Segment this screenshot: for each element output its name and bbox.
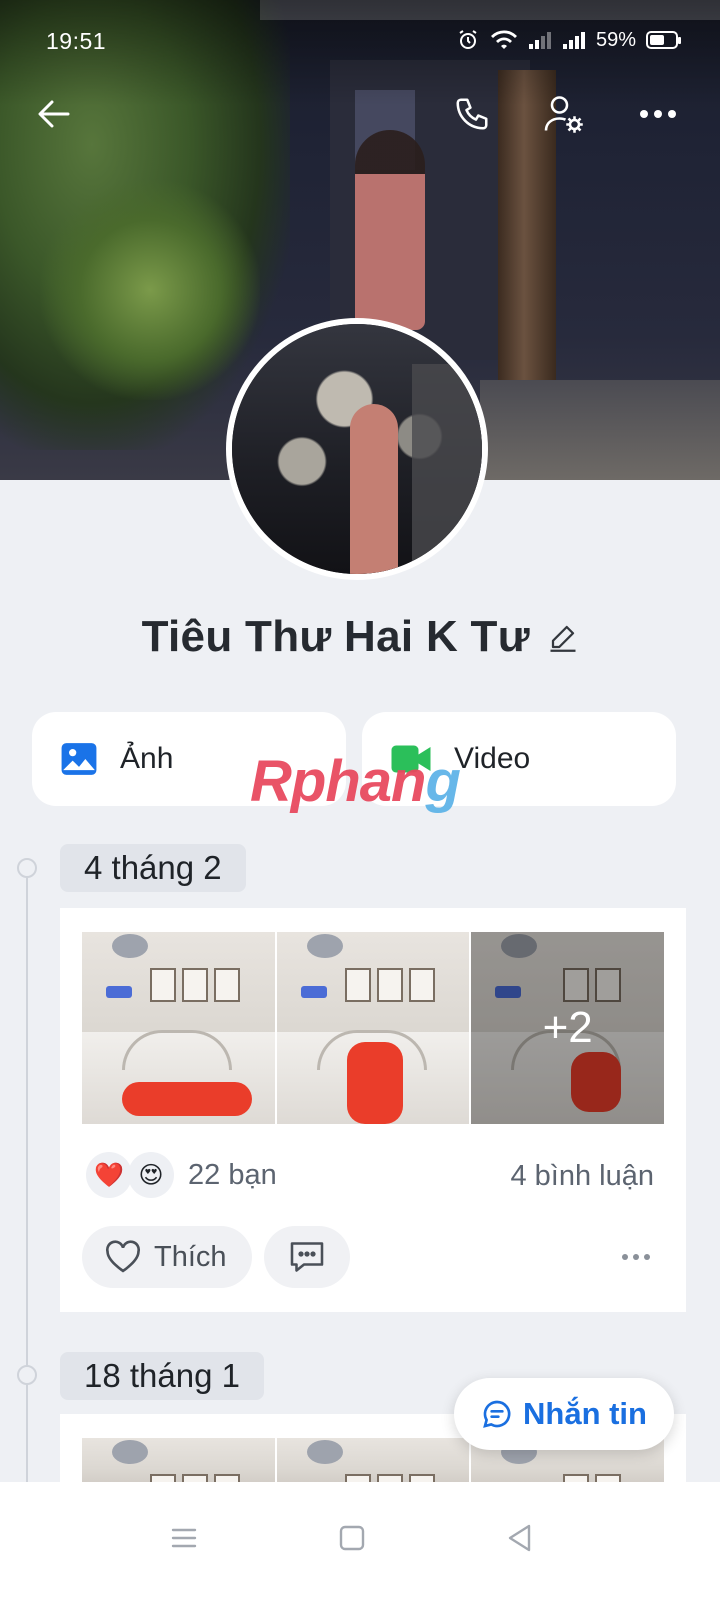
profile-name: Tiêu Thư Hai K Tư [141, 612, 530, 661]
photo-frame [376, 968, 403, 1002]
comments-count[interactable]: 4 bình luận [510, 1160, 654, 1193]
date-label: 4 tháng 2 [84, 849, 222, 886]
date-chip: 4 tháng 2 [60, 844, 246, 892]
photo-fan [112, 934, 148, 958]
system-back-button[interactable] [490, 1508, 550, 1568]
wifi-icon [490, 30, 517, 49]
more-icon [640, 110, 676, 118]
post-photo-3[interactable]: +2 [471, 932, 665, 1124]
watermark-text-a: Rphan [250, 749, 426, 814]
photos-tab-label: Ảnh [120, 742, 174, 775]
photo-projector [300, 986, 327, 998]
more-photos-overlay: +2 [471, 932, 665, 1124]
battery-percent: 59% [595, 28, 636, 51]
system-nav-bar [0, 1482, 720, 1600]
message-button[interactable]: Nhắn tin [454, 1378, 674, 1450]
reactions-summary[interactable]: ❤️ 😍 22 bạn [86, 1152, 277, 1198]
signal-1-icon [528, 32, 551, 49]
avatar-wall [412, 364, 482, 564]
more-photos-count: +2 [542, 1003, 593, 1052]
timeline-dot [17, 858, 37, 878]
back-triangle-icon [508, 1524, 531, 1552]
photo-frame [214, 968, 240, 1002]
battery-icon [646, 31, 681, 49]
alarm-icon [459, 30, 477, 49]
date-label: 18 tháng 1 [84, 1357, 240, 1394]
photo-fan [306, 1440, 343, 1464]
reactions-count: 22 bạn [188, 1158, 277, 1191]
status-bar: 19:51 59% [0, 0, 720, 84]
post-photo-1[interactable] [82, 932, 275, 1124]
love-eyes-reaction-icon: 😍 [128, 1152, 174, 1198]
photo-subject [122, 1082, 252, 1116]
photo-frame [344, 968, 371, 1002]
timeline-post: +2 ❤️ 😍 22 bạn 4 bình luận Thích [60, 908, 686, 1312]
watermark: Rphang [250, 748, 461, 815]
date-chip: 18 tháng 1 [60, 1352, 264, 1400]
photo-grid: +2 [82, 932, 665, 1124]
photo-frame [408, 968, 435, 1002]
image-icon [61, 743, 97, 775]
heart-reaction-icon: ❤️ [86, 1152, 132, 1198]
home-button[interactable] [322, 1508, 382, 1568]
home-square-icon [339, 1525, 365, 1551]
video-tab-label: Video [454, 742, 531, 775]
like-button[interactable]: Thích [82, 1226, 252, 1288]
dot [644, 1254, 650, 1260]
call-button[interactable] [448, 90, 496, 138]
profile-name-row: Tiêu Thư Hai K Tư [0, 612, 720, 662]
photo-frame [182, 968, 208, 1002]
menu-icon [171, 1528, 197, 1548]
user-settings-icon [544, 96, 583, 133]
heart-icon [106, 1240, 140, 1273]
like-button-label: Thích [154, 1240, 227, 1273]
timeline-line [26, 868, 28, 1488]
signal-2-icon [562, 32, 585, 49]
photo-fan [112, 1440, 148, 1464]
post-more-button[interactable] [616, 1240, 656, 1274]
back-arrow-icon [38, 100, 70, 128]
photo-subject [346, 1042, 403, 1124]
dot [633, 1254, 639, 1260]
avatar-figure [350, 404, 398, 574]
back-button[interactable] [30, 90, 78, 138]
battery-level [650, 35, 665, 45]
profile-settings-button[interactable] [540, 90, 588, 138]
chat-icon [483, 1400, 511, 1428]
edit-icon [550, 625, 576, 652]
top-nav [0, 84, 720, 144]
edit-name-button[interactable] [548, 622, 578, 652]
watermark-text-b: g [425, 749, 460, 814]
dot [622, 1254, 628, 1260]
post-actions: Thích [82, 1226, 664, 1288]
avatar[interactable] [226, 318, 488, 580]
photo-fan [306, 934, 343, 958]
system-icons: 59% [456, 28, 681, 52]
status-time: 19:51 [46, 28, 107, 54]
comment-button[interactable] [264, 1226, 350, 1288]
phone-icon [456, 98, 488, 130]
photo-frame [150, 968, 176, 1002]
post-photo-2[interactable] [276, 932, 470, 1124]
recent-apps-button[interactable] [154, 1508, 214, 1568]
more-options-button[interactable] [634, 90, 682, 138]
message-button-label: Nhắn tin [523, 1396, 647, 1431]
timeline-dot [17, 1365, 37, 1385]
photo-projector [106, 986, 132, 998]
comment-icon [290, 1242, 324, 1272]
